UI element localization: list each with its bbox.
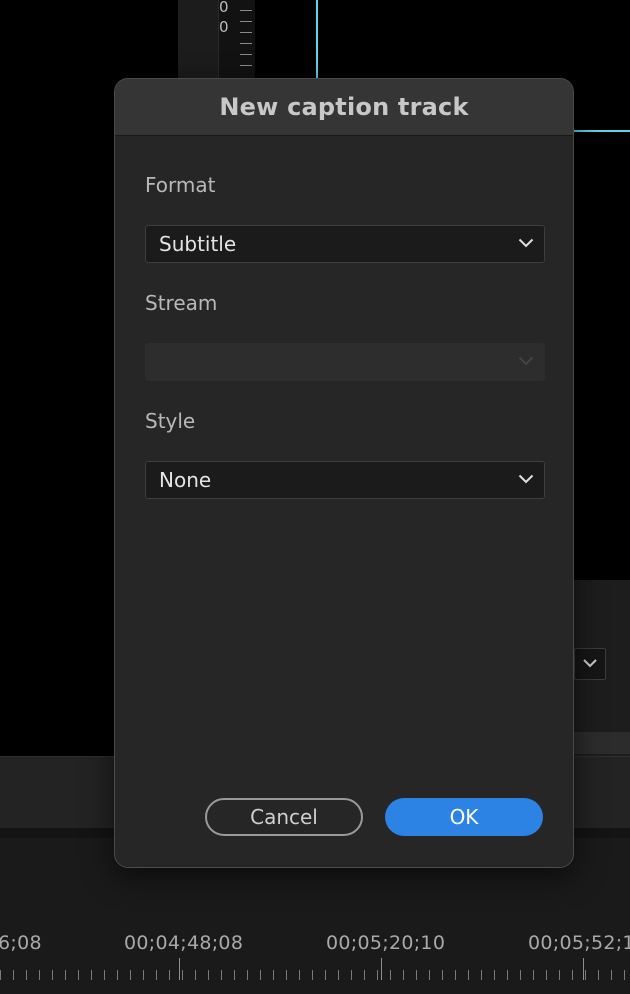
timecode-label: 6;08 (0, 932, 42, 954)
ok-button[interactable]: OK (385, 798, 543, 836)
format-label: Format (145, 173, 216, 197)
style-label: Style (145, 409, 196, 433)
ruler-major-tick (583, 958, 584, 980)
dialog-titlebar[interactable]: New caption track (115, 79, 573, 136)
background-panel-right (572, 580, 630, 756)
chevron-down-icon (518, 474, 534, 484)
style-select[interactable]: None (145, 461, 545, 499)
chevron-down-icon (518, 356, 534, 366)
stream-select (145, 343, 545, 381)
chevron-down-icon (583, 659, 597, 668)
safe-area-guide-vertical (316, 0, 318, 78)
style-select-value: None (159, 468, 212, 492)
format-select-value: Subtitle (159, 232, 237, 256)
stream-label: Stream (145, 291, 218, 315)
safe-area-guide-horizontal (572, 130, 630, 132)
meter-ticks (240, 0, 252, 76)
format-select[interactable]: Subtitle (145, 225, 545, 263)
timecode-label: 00;05;52;1 (528, 932, 630, 954)
timeline-ruler[interactable] (0, 962, 630, 982)
meter-value: 0 (219, 0, 229, 16)
timecode-label: 00;04;48;08 (124, 932, 244, 954)
timecode-label: 00;05;20;10 (326, 932, 446, 954)
chevron-down-icon (518, 238, 534, 248)
new-caption-track-dialog: New caption track Format Subtitle Stream… (114, 78, 574, 868)
dialog-title: New caption track (219, 93, 469, 121)
ruler-major-tick (381, 958, 382, 980)
ruler-major-tick (179, 958, 180, 980)
cancel-button[interactable]: Cancel (205, 798, 363, 836)
meter-value: 0 (219, 18, 229, 36)
background-dropdown[interactable] (574, 648, 606, 680)
